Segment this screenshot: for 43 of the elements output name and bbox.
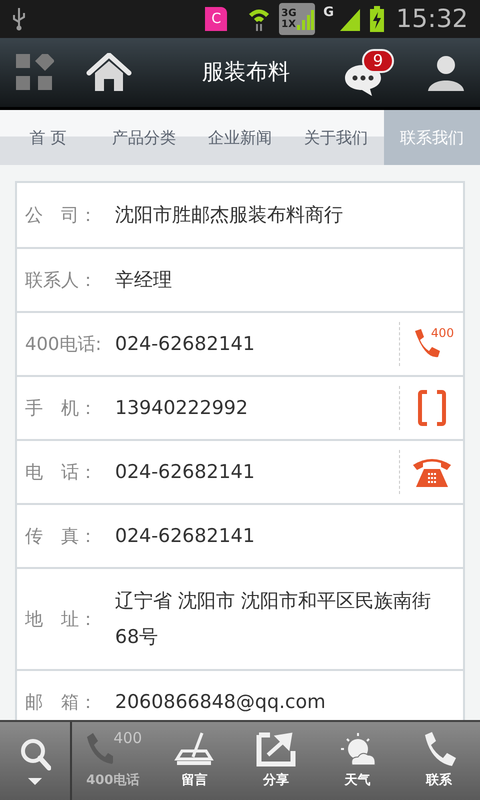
user-icon[interactable] bbox=[428, 54, 464, 90]
grid-menu-icon[interactable] bbox=[16, 54, 54, 92]
toolbar-button[interactable]: 天气 bbox=[316, 722, 398, 800]
page-title: 服装布料 bbox=[201, 59, 291, 87]
nav-tab[interactable]: 关于我们 bbox=[288, 110, 384, 165]
pen-tablet-icon bbox=[174, 731, 214, 768]
field-value: 辛经理 bbox=[115, 268, 173, 293]
search-icon bbox=[19, 737, 51, 773]
field-label: 400电话: bbox=[24, 332, 102, 356]
network-type-label: G bbox=[323, 4, 334, 22]
clock-time: 15:32 bbox=[396, 3, 468, 36]
field-value: 024-62682141 bbox=[115, 332, 256, 357]
field-label: 公 司： bbox=[24, 204, 98, 228]
share-arrow-icon bbox=[256, 731, 296, 768]
field-value: 辽宁省 沈阳市 沈阳市和平区民族南街68号 bbox=[115, 589, 432, 650]
field-label: 手 机： bbox=[24, 396, 98, 420]
hotline-call-button[interactable]: 400 bbox=[409, 327, 454, 361]
home-icon[interactable] bbox=[86, 52, 132, 92]
messages-button[interactable]: 9 bbox=[344, 48, 396, 96]
caret-icon bbox=[27, 777, 43, 785]
toolbar-button[interactable]: 分享 bbox=[235, 722, 317, 800]
field-label: 传 真： bbox=[24, 524, 98, 548]
nav-tab[interactable]: 首 页 bbox=[0, 110, 96, 165]
field-label: 邮 箱： bbox=[24, 690, 98, 714]
nav-tab[interactable]: 产品分类 bbox=[96, 110, 192, 165]
toolbar-button[interactable]: 联系 bbox=[398, 722, 480, 800]
nav-tab[interactable]: 企业新闻 bbox=[192, 110, 288, 165]
network-type-label: 1X bbox=[281, 20, 296, 30]
field-label: 地 址： bbox=[24, 608, 98, 632]
field-label: 电 话： bbox=[24, 460, 98, 484]
toolbar-button[interactable]: 留言 bbox=[154, 722, 236, 800]
field-value: 024-62682141 bbox=[115, 524, 256, 549]
app-notification-icon: C bbox=[205, 7, 228, 31]
notification-badge: 9 bbox=[362, 48, 394, 72]
field-value: 沈阳市胜邮杰服装布料商行 bbox=[115, 203, 344, 228]
battery-charging-icon bbox=[370, 6, 384, 32]
network-type-label: 3G bbox=[281, 8, 296, 18]
signal-bars-icon bbox=[296, 7, 314, 31]
field-value: 13940222992 bbox=[115, 396, 249, 421]
field-value: 024-62682141 bbox=[115, 460, 256, 485]
usb-icon bbox=[12, 7, 26, 31]
field-value: 2060866848@qq.com bbox=[115, 690, 327, 715]
field-label: 联系人： bbox=[24, 268, 98, 292]
